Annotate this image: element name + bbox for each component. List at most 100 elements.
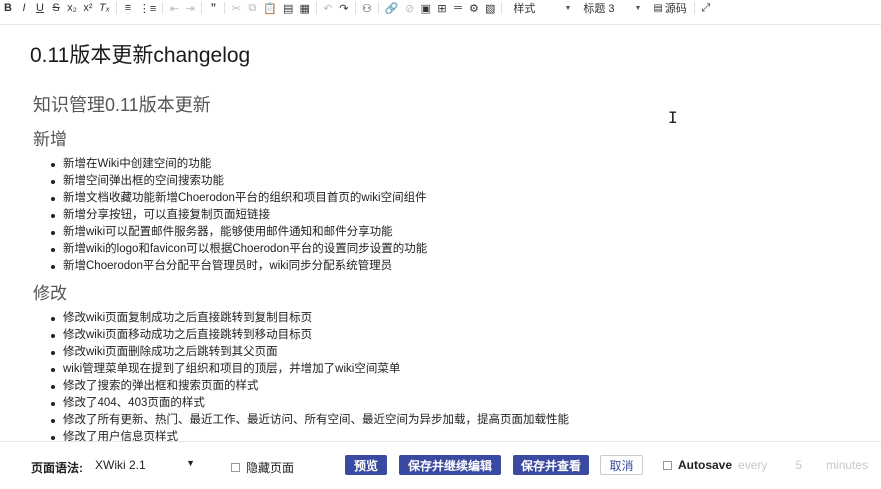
horizontal-rule-icon[interactable]: ═ (450, 0, 466, 16)
bullet-icon (51, 248, 55, 252)
list-item: 修改了所有更新、热门、最近工作、最近访问、所有空间、最近空间为异步加载，提高页面… (33, 412, 833, 429)
heading-combo-label: 标题 3 (583, 3, 615, 15)
toolbar-divider (693, 2, 695, 14)
template-icon[interactable]: ▧ (482, 0, 498, 16)
bullet-icon (51, 163, 55, 167)
indent-icon[interactable]: ⇥ (182, 0, 198, 16)
autosave-minutes-input[interactable]: 5 (795, 458, 802, 472)
toolbar-divider (354, 2, 356, 14)
bullet-icon (51, 197, 55, 201)
bullet-icon (51, 419, 55, 423)
source-button[interactable]: ▤ 源码 (649, 0, 690, 16)
toolbar-divider (377, 2, 379, 14)
editor-content[interactable]: 知识管理0.11版本更新 新增 新增在Wiki中创建空间的功能 新增空间弹出框的… (33, 93, 833, 441)
hide-page-checkbox[interactable] (231, 463, 240, 472)
bullet-icon (51, 214, 55, 218)
syntax-label: 页面语法: (31, 461, 83, 475)
bullet-icon (51, 385, 55, 389)
list-item: 修改了404、403页面的样式 (33, 395, 833, 412)
unlink-icon[interactable]: ⊘ (402, 0, 418, 16)
syntax-value: XWiki 2.1 (95, 458, 146, 472)
blockquote-icon[interactable]: ” (205, 0, 221, 16)
toolbar-divider (224, 2, 226, 14)
numbered-list-icon[interactable]: ≡ (120, 0, 136, 16)
list-item: wiki管理菜单现在提到了组织和项目的顶层，并增加了wiki空间菜单 (33, 361, 833, 378)
italic-button[interactable]: I (16, 0, 32, 16)
bold-button[interactable]: B (0, 0, 16, 16)
section-heading-added: 新增 (33, 130, 67, 149)
cancel-button[interactable]: 取消 (600, 455, 643, 475)
hide-page-label: 隐藏页面 (246, 461, 295, 475)
redo-icon[interactable]: ↷ (336, 0, 352, 16)
bullet-icon (51, 180, 55, 184)
remove-format-button[interactable]: Tₓ (96, 0, 113, 16)
strikethrough-button[interactable]: S (48, 0, 64, 16)
syntax-select[interactable]: XWiki 2.1 ▼ (95, 458, 195, 472)
autosave-checkbox[interactable] (663, 460, 672, 470)
hide-page-option[interactable]: 隐藏页面 (231, 459, 294, 476)
underline-button[interactable]: U (32, 0, 48, 16)
bullet-icon (51, 231, 55, 235)
autosave-option[interactable]: Autosave every 5 minutes (663, 458, 868, 472)
table-icon[interactable]: ⊞ (434, 0, 450, 16)
autosave-every: every (738, 458, 768, 472)
list-item: 修改wiki页面移动成功之后直接跳转到移动目标页 (33, 327, 833, 344)
list-item: 修改了用户信息页样式 (33, 429, 833, 441)
bullet-icon (51, 265, 55, 269)
superscript-button[interactable]: x² (80, 0, 96, 16)
style-combo-label: 样式 (513, 3, 536, 15)
autosave-label: Autosave (678, 458, 733, 472)
list-item: 新增Choerodon平台分配平台管理员时，wiki同步分配系统管理员 (33, 258, 833, 275)
chevron-down-icon: ▼ (564, 4, 572, 12)
find-replace-icon[interactable]: ⚇ (359, 0, 375, 16)
source-icon: ▤ (653, 2, 663, 14)
editor-area[interactable]: 0.11版本更新changelog 知识管理0.11版本更新 新增 新增在Wik… (0, 25, 881, 441)
list-item: 修改wiki页面删除成功之后跳转到其父页面 (33, 344, 833, 361)
list-item: 修改了搜索的弹出框和搜索页面的样式 (33, 378, 833, 395)
chevron-down-icon: ▼ (634, 4, 642, 12)
editor-toolbar: B I U S x₂ x² Tₓ ≡ ⋮≡ ⇤ ⇥ ” ✂ ⧉ 📋 ▤ ▦ ↶ … (0, 0, 881, 16)
toolbar-divider (315, 2, 317, 14)
save-continue-button[interactable]: 保存并继续编辑 (399, 455, 501, 475)
added-list: 新增在Wiki中创建空间的功能 新增空间弹出框的空间搜索功能 新增文档收藏功能新… (33, 156, 833, 275)
bullet-icon (51, 368, 55, 372)
list-item: 新增wiki可以配置邮件服务器，能够使用邮件通知和邮件分享功能 (33, 224, 833, 241)
paste-word-icon[interactable]: ▦ (296, 0, 312, 16)
list-item: 修改wiki页面复制成功之后直接跳转到复制目标页 (33, 310, 833, 327)
macro-gear-icon[interactable]: ⚙ (466, 0, 482, 16)
document-title[interactable]: 0.11版本更新changelog (30, 39, 250, 69)
outdent-icon[interactable]: ⇤ (166, 0, 182, 16)
preview-button[interactable]: 预览 (345, 455, 387, 475)
list-item: 新增分享按钮，可以直接复制页面短链接 (33, 207, 833, 224)
bullet-icon (51, 334, 55, 338)
autosave-minutes-label: minutes (826, 458, 869, 472)
source-label: 源码 (664, 3, 687, 15)
style-combo[interactable]: 样式 ▼ (509, 0, 575, 16)
paste-text-icon[interactable]: ▤ (280, 0, 296, 16)
maximize-icon[interactable]: ⤢ (698, 0, 714, 16)
link-icon[interactable]: 🔗 (382, 0, 402, 16)
bulleted-list-icon[interactable]: ⋮≡ (136, 0, 159, 16)
modified-list: 修改wiki页面复制成功之后直接跳转到复制目标页 修改wiki页面移动成功之后直… (33, 310, 833, 441)
list-item: 新增文档收藏功能新增Choerodon平台的组织和项目首页的wiki空间组件 (33, 190, 833, 207)
list-item: 新增在Wiki中创建空间的功能 (33, 156, 833, 173)
edit-actions-bar: 页面语法: XWiki 2.1 ▼ 隐藏页面 预览 保存并继续编辑 保存并查看 … (0, 441, 881, 489)
list-item: 新增空间弹出框的空间搜索功能 (33, 173, 833, 190)
list-item: 新增wiki的logo和favicon可以根据Choerodon平台的设置同步设… (33, 241, 833, 258)
main-heading: 知识管理0.11版本更新 (33, 95, 211, 115)
toolbar-divider (115, 2, 117, 14)
bullet-icon (51, 402, 55, 406)
save-view-button[interactable]: 保存并查看 (513, 455, 589, 475)
paste-icon[interactable]: 📋 (260, 0, 280, 16)
subscript-button[interactable]: x₂ (64, 0, 80, 16)
bullet-icon (51, 317, 55, 321)
heading-combo[interactable]: 标题 3 ▼ (579, 0, 645, 16)
toolbar-divider (162, 2, 164, 14)
toolbar-divider (501, 2, 503, 14)
copy-icon[interactable]: ⧉ (244, 0, 260, 16)
undo-icon[interactable]: ↶ (320, 0, 336, 16)
bullet-icon (51, 351, 55, 355)
image-icon[interactable]: ▣ (418, 0, 434, 16)
cut-icon[interactable]: ✂ (228, 0, 244, 16)
text-cursor-icon: I (668, 108, 678, 127)
